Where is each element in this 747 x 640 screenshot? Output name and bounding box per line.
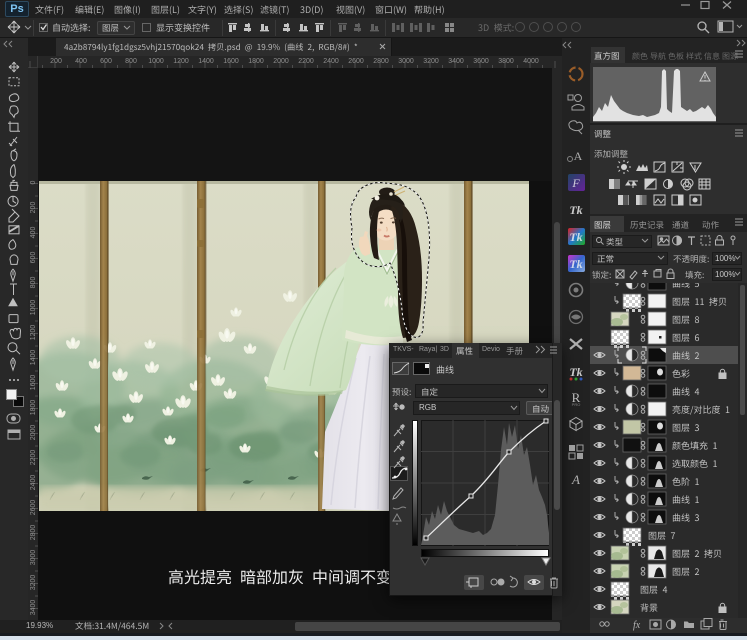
svg-text:1000: 1000	[30, 300, 37, 316]
svg-text:3400: 3400	[30, 600, 37, 616]
svg-text:1600: 1600	[30, 375, 37, 391]
svg-text:2000: 2000	[30, 425, 37, 441]
svg-text:0: 0	[30, 180, 37, 184]
svg-text:2000: 2000	[273, 58, 289, 65]
svg-text:2800: 2800	[30, 525, 37, 541]
svg-text:400: 400	[75, 58, 87, 65]
svg-text:200: 200	[30, 202, 37, 214]
svg-text:fx: fx	[633, 620, 641, 631]
svg-text:F: F	[571, 176, 580, 190]
svg-text:Tk: Tk	[569, 203, 582, 217]
svg-text:400: 400	[30, 227, 37, 239]
svg-text:Tk: Tk	[569, 257, 582, 271]
svg-text:2800: 2800	[373, 58, 389, 65]
svg-text:3400: 3400	[448, 58, 464, 65]
svg-text:3800: 3800	[498, 58, 514, 65]
svg-text:600: 600	[30, 252, 37, 264]
svg-text:2600: 2600	[30, 500, 37, 516]
svg-text:1200: 1200	[30, 325, 37, 341]
svg-text:A: A	[574, 149, 583, 163]
svg-text:800: 800	[125, 58, 137, 65]
svg-text:1200: 1200	[173, 58, 189, 65]
svg-text:PRO: PRO	[572, 402, 581, 407]
svg-text:2200: 2200	[298, 58, 314, 65]
svg-text:2200: 2200	[30, 450, 37, 466]
svg-text:3000: 3000	[398, 58, 414, 65]
svg-text:A: A	[571, 472, 580, 487]
svg-text:3200: 3200	[423, 58, 439, 65]
svg-text:1600: 1600	[223, 58, 239, 65]
svg-text:800: 800	[30, 277, 37, 289]
svg-text:4000: 4000	[523, 58, 539, 65]
svg-text:1000: 1000	[148, 58, 164, 65]
svg-text:1400: 1400	[30, 350, 37, 366]
svg-text:1800: 1800	[30, 400, 37, 416]
svg-text:2400: 2400	[30, 475, 37, 491]
svg-text:200: 200	[50, 58, 62, 65]
svg-text:1400: 1400	[198, 58, 214, 65]
svg-text:3200: 3200	[30, 575, 37, 591]
svg-text:2400: 2400	[323, 58, 339, 65]
svg-text:3600: 3600	[473, 58, 489, 65]
svg-text:3000: 3000	[30, 550, 37, 566]
svg-text:Tk: Tk	[569, 230, 582, 244]
svg-text:2600: 2600	[348, 58, 364, 65]
svg-text:600: 600	[100, 58, 112, 65]
svg-text:Tk: Tk	[569, 365, 582, 379]
svg-text:1800: 1800	[248, 58, 264, 65]
